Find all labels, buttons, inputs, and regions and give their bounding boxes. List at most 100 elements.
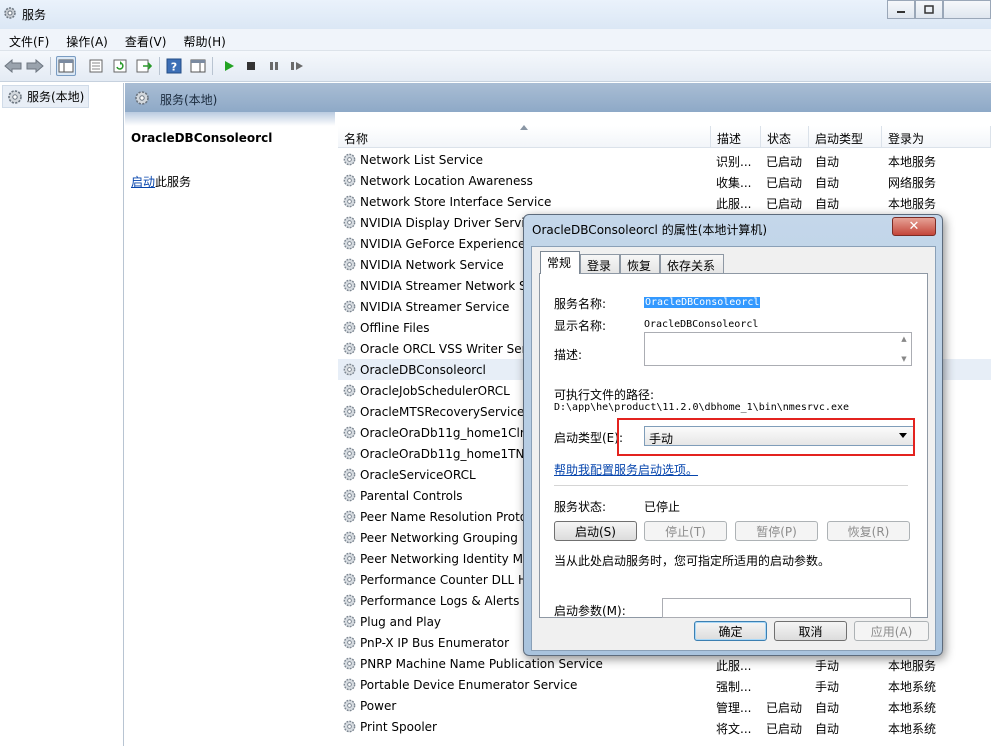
- stop-button[interactable]: 停止(T): [644, 521, 727, 541]
- forward-arrow-icon: [26, 59, 44, 73]
- apply-button[interactable]: 应用(A): [854, 621, 929, 641]
- row-logon-as: 本地服务: [888, 659, 937, 673]
- minimize-button[interactable]: [887, 0, 915, 19]
- row-logon-as: 本地系统: [888, 680, 937, 694]
- refresh-icon: [113, 59, 127, 73]
- row-startup-type: 自动: [815, 176, 840, 190]
- row-startup-type: 手动: [815, 659, 840, 673]
- column-header-status[interactable]: 状态: [761, 126, 809, 148]
- executable-path-value[interactable]: D:\app\he\product\11.2.0\dbhome_1\bin\nm…: [554, 402, 849, 413]
- service-name-value[interactable]: OracleDBConsoleorcl: [644, 297, 761, 308]
- refresh-button[interactable]: [110, 56, 130, 76]
- row-startup-type: 自动: [815, 197, 840, 211]
- pause-service-button[interactable]: [264, 56, 284, 76]
- start-button[interactable]: 启动(S): [554, 521, 637, 541]
- row-description: 此服...: [716, 197, 752, 211]
- show-hide-tree-button[interactable]: [56, 56, 76, 76]
- row-name: OracleOraDb11g_home1TNS: [342, 446, 532, 461]
- export-icon: [136, 59, 152, 73]
- row-name: PnP-X IP Bus Enumerator: [342, 635, 509, 650]
- back-button[interactable]: [3, 56, 23, 76]
- tree-item-services-local[interactable]: 服务(本地): [2, 85, 90, 108]
- row-name: Peer Name Resolution Proto: [342, 509, 527, 524]
- tab-general[interactable]: 常规: [540, 251, 581, 274]
- row-name: Network List Service: [342, 152, 483, 167]
- table-row[interactable]: Print Spooler 将文... 已启动 自动 本地系统: [338, 716, 991, 737]
- toolbar-separator: [212, 57, 213, 75]
- row-status: 已启动: [766, 197, 803, 211]
- action-pane-icon: [190, 59, 206, 73]
- service-gear-icon: [343, 237, 356, 250]
- row-name: NVIDIA Streamer Network S: [342, 278, 527, 293]
- start-service-suffix: 此服务: [155, 175, 192, 189]
- column-header-description[interactable]: 描述: [711, 126, 761, 148]
- pause-button[interactable]: 暂停(P): [735, 521, 818, 541]
- service-gear-icon: [343, 573, 356, 586]
- tab-dependencies[interactable]: 依存关系: [660, 254, 725, 274]
- service-gear-icon: [343, 258, 356, 271]
- service-gear-icon: [343, 531, 356, 544]
- service-gear-icon: [343, 489, 356, 502]
- scroll-down-icon: ▼: [901, 355, 907, 363]
- service-gear-icon: [343, 594, 356, 607]
- back-arrow-icon: [4, 59, 22, 73]
- resume-button[interactable]: 恢复(R): [827, 521, 910, 541]
- forward-button[interactable]: [25, 56, 45, 76]
- toolbar-separator: [50, 57, 51, 75]
- start-parameters-hint: 当从此处启动服务时，您可指定所适用的启动参数。: [554, 554, 831, 568]
- properties-list-button[interactable]: [86, 56, 106, 76]
- export-list-button[interactable]: [134, 56, 154, 76]
- help-button[interactable]: ?: [164, 56, 184, 76]
- service-gear-icon: [343, 468, 356, 481]
- service-name-label: 服务名称:: [554, 297, 607, 311]
- dialog-close-button[interactable]: ✕: [892, 217, 936, 236]
- ok-button[interactable]: 确定: [694, 621, 767, 641]
- scroll-up-icon: ▲: [901, 335, 907, 343]
- play-icon: [225, 61, 234, 71]
- services-gear-icon: [8, 89, 22, 104]
- service-gear-icon: [343, 405, 356, 418]
- show-action-pane-button[interactable]: [188, 56, 208, 76]
- cancel-button[interactable]: 取消: [774, 621, 847, 641]
- row-name: PNRP Machine Name Publication Service: [342, 656, 603, 671]
- display-name-value[interactable]: OracleDBConsoleorcl: [644, 319, 758, 330]
- row-startup-type: 自动: [815, 155, 840, 169]
- description-scrollbar[interactable]: ▲ ▼: [897, 333, 911, 365]
- column-header-logon-as[interactable]: 登录为: [882, 126, 991, 148]
- row-name: Oracle ORCL VSS Writer Ser: [342, 341, 527, 356]
- row-status: 已启动: [766, 722, 803, 736]
- list-icon: [89, 59, 103, 73]
- table-row[interactable]: Network Store Interface Service 此服... 已启动自…: [338, 191, 991, 212]
- column-header-startup-type[interactable]: 启动类型: [809, 126, 882, 148]
- row-name: Print Spooler: [342, 719, 437, 734]
- service-gear-icon: [343, 216, 356, 229]
- start-parameters-input[interactable]: [662, 598, 911, 618]
- table-row[interactable]: Portable Device Enumerator Service 强制... 手…: [338, 674, 991, 695]
- service-gear-icon: [343, 699, 356, 712]
- tab-recovery[interactable]: 恢复: [620, 254, 661, 274]
- table-row[interactable]: PNRP Machine Name Publication Service 此服.…: [338, 653, 991, 674]
- menu-file[interactable]: 文件(F): [0, 29, 57, 50]
- minimize-icon: [897, 10, 905, 13]
- menu-action[interactable]: 操作(A): [57, 29, 116, 50]
- close-window-button[interactable]: [943, 0, 991, 19]
- menu-view[interactable]: 查看(V): [116, 29, 175, 50]
- tab-logon[interactable]: 登录: [580, 254, 621, 274]
- table-row[interactable]: Network Location Awareness 收集... 已启动 自动 网络服务: [338, 170, 991, 191]
- table-row[interactable]: Power 管理... 已启动 自动 本地系统: [338, 695, 991, 716]
- row-name: Plug and Play: [342, 614, 441, 629]
- maximize-button[interactable]: [915, 0, 943, 19]
- start-service-link[interactable]: 启动: [131, 175, 155, 189]
- row-name: Parental Controls: [342, 488, 463, 503]
- column-header-name[interactable]: 名称: [338, 125, 711, 148]
- startup-help-link[interactable]: 帮助我配置服务启动选项。: [554, 461, 698, 478]
- service-gear-icon: [343, 657, 356, 670]
- start-service-button[interactable]: [219, 56, 239, 76]
- menu-help[interactable]: 帮助(H): [174, 29, 233, 50]
- table-row[interactable]: Network List Service 识别... 已启动 自动 本地服务: [338, 149, 991, 170]
- restart-service-button[interactable]: [287, 56, 307, 76]
- stop-service-button[interactable]: [241, 56, 261, 76]
- row-name: NVIDIA Display Driver Servic: [342, 215, 531, 230]
- service-gear-icon: [343, 321, 356, 334]
- description-textbox[interactable]: ▲ ▼: [644, 332, 912, 366]
